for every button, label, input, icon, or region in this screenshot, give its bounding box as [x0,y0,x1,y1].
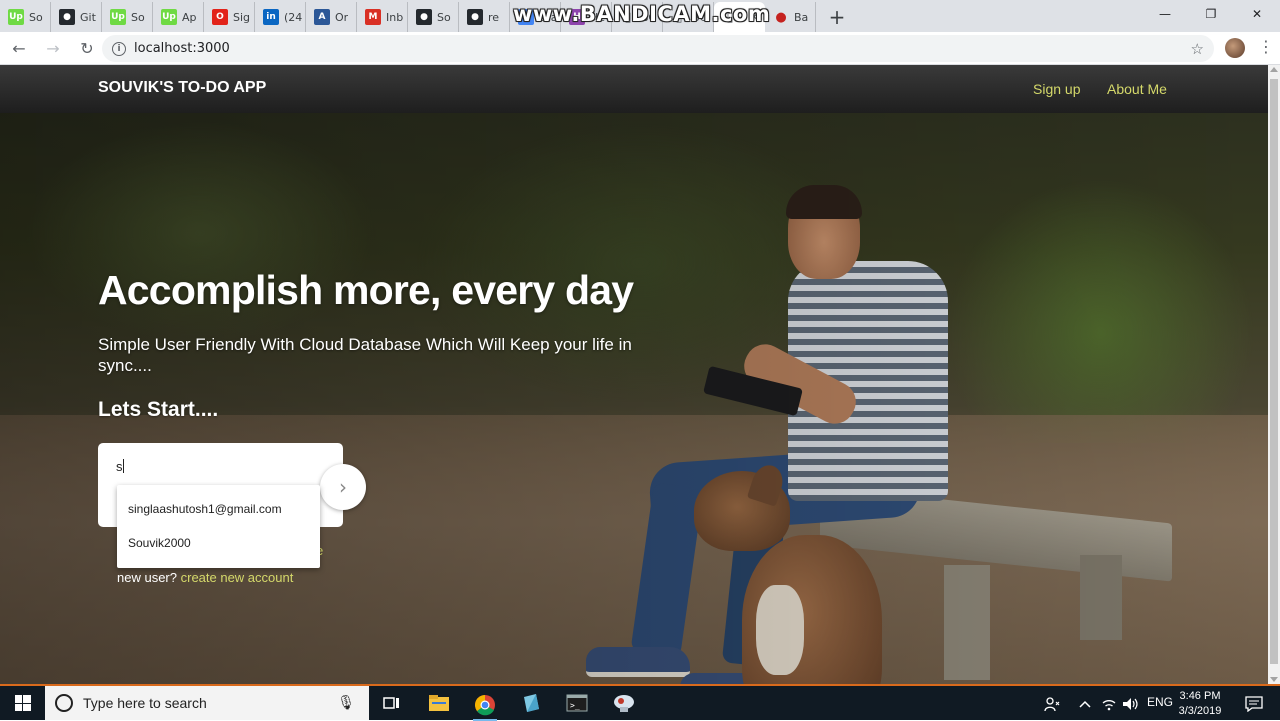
window-close-button[interactable]: ✕ [1234,0,1280,28]
browser-menu-icon[interactable]: ⋮ [1258,37,1274,56]
nav-signup-link[interactable]: Sign up [1033,81,1080,97]
autocomplete-option[interactable]: singlaashutosh1@gmail.com [117,492,320,526]
browser-tab[interactable]: A Or [306,2,357,32]
tab-favicon-icon: Up [161,9,177,25]
browser-tab[interactable]: Up Ap [153,2,204,32]
tab-favicon-icon: ● [775,9,787,25]
notifications-icon[interactable] [1242,692,1266,716]
tab-title: re [488,10,500,24]
clock-time: 3:46 PM [1179,690,1221,702]
page-scrollbar[interactable] [1268,65,1280,684]
tab-favicon-icon: A [314,9,330,25]
nav-about-link[interactable]: About Me [1107,81,1167,97]
browser-tab[interactable]: ● re [459,2,510,32]
task-view-icon[interactable] [380,691,404,715]
taskbar-search-box[interactable]: Type here to search 🎙 [45,686,369,720]
scroll-thumb[interactable] [1270,79,1278,664]
microphone-icon[interactable]: 🎙 [337,695,355,711]
browser-tab[interactable]: Up So [102,2,153,32]
tab-favicon-icon: ● [59,9,75,25]
taskbar-clock[interactable]: 3:46 PM 3/3/2019 [1172,689,1228,719]
site-brand[interactable]: SOUVIK'S TO-DO APP [98,79,266,97]
tab-favicon-icon: Up [8,9,24,25]
tab-favicon-icon: ● [467,9,483,25]
forward-button[interactable]: → [38,33,68,63]
hero-subtitle: Simple User Friendly With Cloud Database… [98,335,632,375]
lets-start-heading: Lets Start.... [98,398,219,421]
bandicam-watermark: www.BANDICAM.com [513,2,771,26]
text-caret [122,459,124,473]
tab-title: So [29,10,43,24]
volume-icon[interactable] [1119,692,1143,716]
terminal-icon[interactable]: >_ [565,691,589,715]
tab-title: Or [335,10,349,24]
browser-tab[interactable]: in (24 [255,2,306,32]
address-bar[interactable]: i localhost:3000 ☆ [102,35,1214,62]
back-button[interactable]: ← [4,33,34,63]
browser-toolbar: ← → ↻ i localhost:3000 ☆ ⋮ [0,32,1280,65]
browser-tab[interactable]: M Inb [357,2,408,32]
new-user-label: new user? [117,570,177,585]
browser-tab-strip: Up So ● Git Up So Up Ap O Sig in (24 A Or M Inb ● So ● re Gs… [0,0,1280,32]
tab-title: (24 [284,10,303,24]
file-explorer-icon[interactable] [427,691,451,715]
taskbar-search-placeholder: Type here to search [83,695,207,711]
input-language[interactable]: ENG [1147,695,1173,709]
create-account-link[interactable]: create new account [181,570,294,585]
browser-tab[interactable]: ● Git [51,2,102,32]
tab-favicon-icon: in [263,9,279,25]
bandicam-app-icon[interactable] [612,691,636,715]
bookmark-star-icon[interactable]: ☆ [1191,40,1204,58]
window-controls: — ❐ ✕ [1142,0,1280,28]
tab-title: Git [80,10,96,24]
clock-date: 3/3/2019 [1178,705,1222,717]
autocomplete-option[interactable]: Souvik2000 [117,526,320,560]
cortana-icon [55,694,73,712]
hero-title: Accomplish more, every day [98,267,634,313]
info-icon[interactable]: i [112,41,126,56]
browser-tab[interactable]: Up So [0,2,51,32]
reload-button[interactable]: ↻ [72,33,102,63]
chrome-icon[interactable] [473,691,497,721]
url-text[interactable]: localhost:3000 [134,41,230,56]
browser-tab[interactable]: ● So [408,2,459,32]
tab-title: Ba [794,10,809,24]
scroll-up-arrow-icon[interactable] [1270,67,1278,72]
tab-title: So [131,10,145,24]
svg-text:>_: >_ [570,701,580,710]
tab-favicon-icon: Up [110,9,126,25]
tab-title: So [437,10,451,24]
people-icon[interactable] [1040,692,1064,716]
wifi-icon[interactable] [1097,692,1121,716]
site-navbar: SOUVIK'S TO-DO APP Sign up About Me [0,65,1268,113]
new-tab-button[interactable]: + [822,2,852,32]
notes-app-icon[interactable] [519,691,543,715]
start-button[interactable] [0,686,45,720]
tab-title: Inb [386,10,404,24]
tab-title: Sig [233,10,251,24]
tab-favicon-icon: ● [416,9,432,25]
username-input[interactable]: s [116,459,316,479]
minimize-button[interactable]: — [1142,0,1188,28]
next-button[interactable]: › [320,464,366,510]
restore-button[interactable]: ❐ [1188,0,1234,28]
profile-avatar[interactable] [1225,38,1245,58]
autocomplete-dropdown: singlaashutosh1@gmail.com Souvik2000 [117,485,320,568]
browser-tab[interactable]: O Sig [204,2,255,32]
tab-title: Ap [182,10,197,24]
browser-tab[interactable]: ● Ba [765,2,816,32]
page-viewport: SOUVIK'S TO-DO APP Sign up About Me Acco… [0,65,1268,684]
tab-favicon-icon: M [365,9,381,25]
tab-favicon-icon: O [212,9,228,25]
windows-logo-icon [14,695,31,711]
scroll-down-arrow-icon[interactable] [1270,677,1278,682]
windows-taskbar: Type here to search 🎙 >_ ENG 3:46 PM 3/3… [0,684,1280,721]
tray-overflow-chevron-icon[interactable] [1073,692,1097,716]
new-user-line: new user? create new account [117,570,293,585]
